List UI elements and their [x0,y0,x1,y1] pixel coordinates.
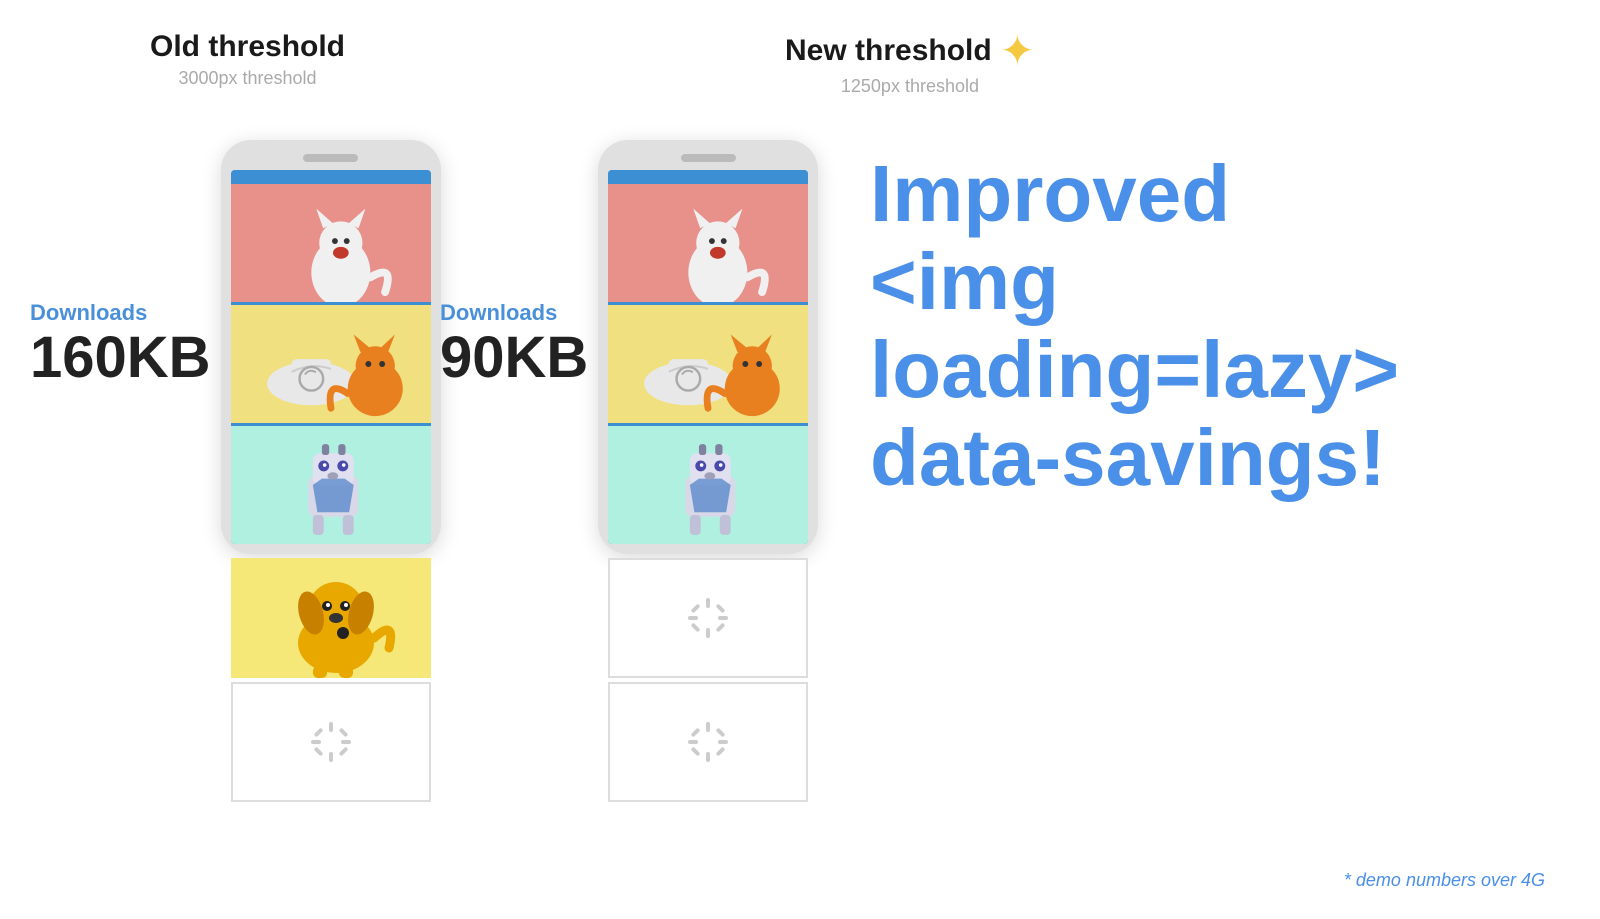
old-threshold-column [221,140,441,802]
old-phone-frame [221,140,441,554]
old-threshold-title: Old threshold [150,30,345,64]
new-spinner-icon-1 [684,594,732,642]
old-downloads-section: Downloads 160KB [30,300,211,390]
old-img-robot-dog [231,426,431,544]
old-loading-placeholder [231,682,431,802]
new-threshold-header: New threshold ✦ 1250px threshold [785,30,1035,97]
headline-line3: data-savings! [870,413,1386,502]
new-img-robot-dog [608,426,808,544]
new-threshold-column [598,140,818,802]
new-threshold-subtitle: 1250px threshold [785,76,1035,97]
phone-notch [303,154,358,162]
new-loading-placeholder-1 [608,558,808,678]
headline-section: Improved <img loading=lazy> data-savings… [870,150,1560,502]
old-downloads-label: Downloads [30,300,147,326]
headline-line1: Improved [870,149,1230,238]
old-downloads-size: 160KB [30,326,211,390]
new-img-cat [608,184,808,302]
old-phone-screen [231,170,431,544]
old-threshold-subtitle: 3000px threshold [150,68,345,89]
new-below-images [608,558,808,802]
old-threshold-header: Old threshold 3000px threshold [150,30,345,97]
demo-note: * demo numbers over 4G [1344,870,1545,891]
old-spinner-icon [307,718,355,766]
sparkle-icon: ✦ [1000,30,1035,72]
new-phone-frame [598,140,818,554]
headline-line2: <img loading=lazy> [870,237,1399,414]
new-downloads-section: Downloads 90KB [440,300,588,390]
new-phone-screen [608,170,808,544]
new-img-orange-cat [608,305,808,423]
headline-text: Improved <img loading=lazy> data-savings… [870,150,1560,502]
old-below-images [231,558,431,802]
phone-notch-2 [681,154,736,162]
old-img-dog-yellow [231,558,431,678]
new-threshold-title: New threshold [785,34,992,68]
new-loading-placeholder-2 [608,682,808,802]
old-img-cat [231,184,431,302]
new-downloads-label: Downloads [440,300,557,326]
old-img-orange-cat [231,305,431,423]
new-downloads-size: 90KB [440,326,588,390]
new-spinner-icon-2 [684,718,732,766]
